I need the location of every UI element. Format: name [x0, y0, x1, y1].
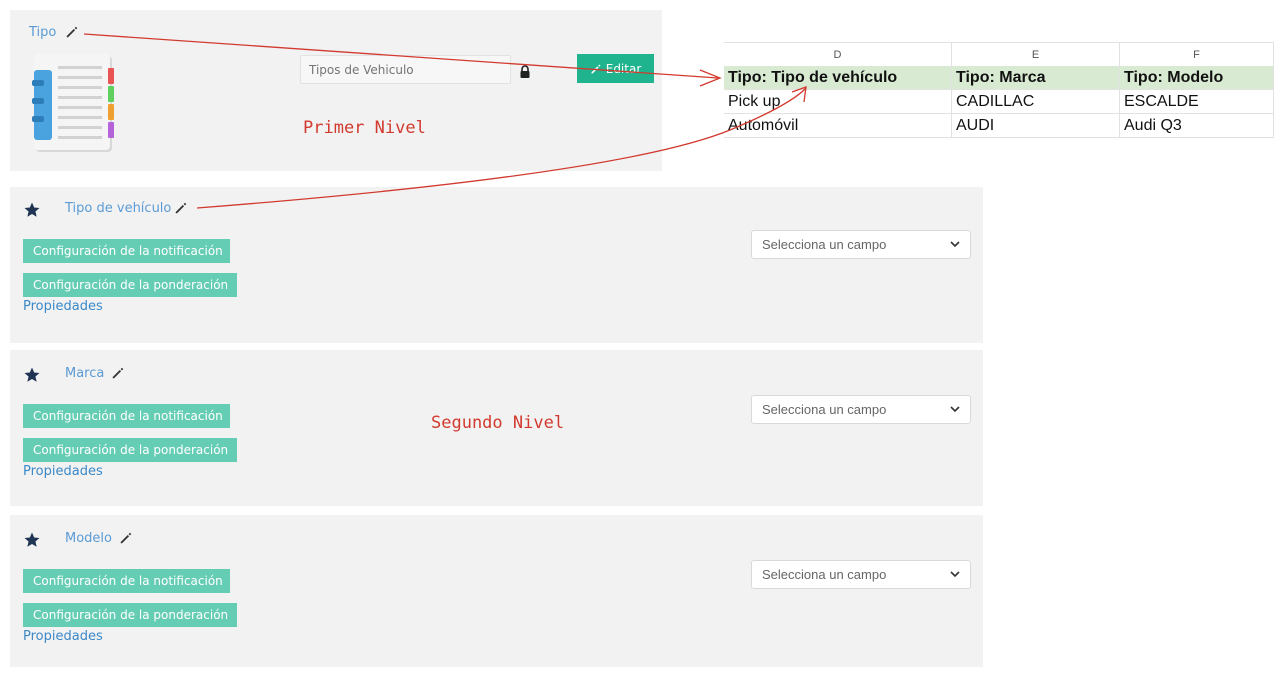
- star-icon[interactable]: [23, 366, 41, 384]
- pencil-icon[interactable]: [65, 25, 79, 39]
- properties-link[interactable]: Propiedades: [23, 629, 103, 644]
- edit-button[interactable]: Editar: [577, 54, 654, 83]
- type-title: Tipo: [29, 25, 57, 40]
- field-panel-vehicle-type: Tipo de vehículo Configuración de la not…: [10, 187, 983, 343]
- first-level-annotation: Primer Nivel: [303, 118, 426, 138]
- edit-button-label: Editar: [605, 61, 642, 76]
- sheet-cell[interactable]: AUDI: [952, 114, 1120, 138]
- chevron-down-icon: [950, 406, 960, 413]
- field-select-value: Selecciona un campo: [762, 237, 887, 252]
- sheet-cell[interactable]: CADILLAC: [952, 90, 1120, 114]
- field-title: Marca: [65, 366, 105, 381]
- field-title: Tipo de vehículo: [65, 201, 172, 216]
- sheet-cell[interactable]: ESCALDE: [1120, 90, 1274, 114]
- chevron-down-icon: [950, 571, 960, 578]
- sheet-cell[interactable]: Tipo: Tipo de vehículo: [724, 66, 952, 90]
- sheet-cell[interactable]: Pick up: [724, 90, 952, 114]
- star-icon[interactable]: [23, 531, 41, 549]
- sheet-cell[interactable]: Tipo: Modelo: [1120, 66, 1274, 90]
- weighting-settings-button[interactable]: Configuración de la ponderación: [23, 603, 237, 627]
- field-panel-model: Modelo Configuración de la notificación …: [10, 515, 983, 667]
- notification-settings-button[interactable]: Configuración de la notificación: [23, 404, 230, 428]
- sheet-row: Pick up CADILLAC ESCALDE: [724, 90, 1274, 114]
- lock-icon: [519, 65, 531, 78]
- field-select[interactable]: Selecciona un campo: [751, 230, 971, 259]
- column-header-e[interactable]: E: [952, 42, 1120, 66]
- pencil-icon: [591, 64, 601, 73]
- type-panel: Tipo Tipos de Vehiculo Editar Primer Niv…: [10, 10, 662, 171]
- pencil-icon[interactable]: [119, 531, 133, 545]
- sheet-row: Automóvil AUDI Audi Q3: [724, 114, 1274, 138]
- chevron-down-icon: [950, 241, 960, 248]
- column-header-f[interactable]: F: [1120, 42, 1274, 66]
- field-select-value: Selecciona un campo: [762, 402, 887, 417]
- weighting-settings-button[interactable]: Configuración de la ponderación: [23, 273, 237, 297]
- field-select[interactable]: Selecciona un campo: [751, 560, 971, 589]
- vehicle-types-input[interactable]: [300, 55, 511, 84]
- properties-link[interactable]: Propiedades: [23, 299, 103, 314]
- field-title: Modelo: [65, 531, 112, 546]
- sheet-cell[interactable]: Audi Q3: [1120, 114, 1274, 138]
- field-select[interactable]: Selecciona un campo: [751, 395, 971, 424]
- properties-link[interactable]: Propiedades: [23, 464, 103, 479]
- notification-settings-button[interactable]: Configuración de la notificación: [23, 239, 230, 263]
- notification-settings-button[interactable]: Configuración de la notificación: [23, 569, 230, 593]
- notebook-icon: [32, 52, 118, 156]
- pencil-icon[interactable]: [111, 366, 125, 380]
- column-header-d[interactable]: D: [724, 42, 952, 66]
- field-select-value: Selecciona un campo: [762, 567, 887, 582]
- weighting-settings-button[interactable]: Configuración de la ponderación: [23, 438, 237, 462]
- sheet-cell[interactable]: Automóvil: [724, 114, 952, 138]
- second-level-annotation: Segundo Nivel: [431, 413, 565, 433]
- star-icon[interactable]: [23, 201, 41, 219]
- pencil-icon[interactable]: [174, 201, 188, 215]
- sheet-header-row: Tipo: Tipo de vehículo Tipo: Marca Tipo:…: [724, 66, 1274, 90]
- sheet-cell[interactable]: Tipo: Marca: [952, 66, 1120, 90]
- spreadsheet: D E F Tipo: Tipo de vehículo Tipo: Marca…: [724, 42, 1274, 139]
